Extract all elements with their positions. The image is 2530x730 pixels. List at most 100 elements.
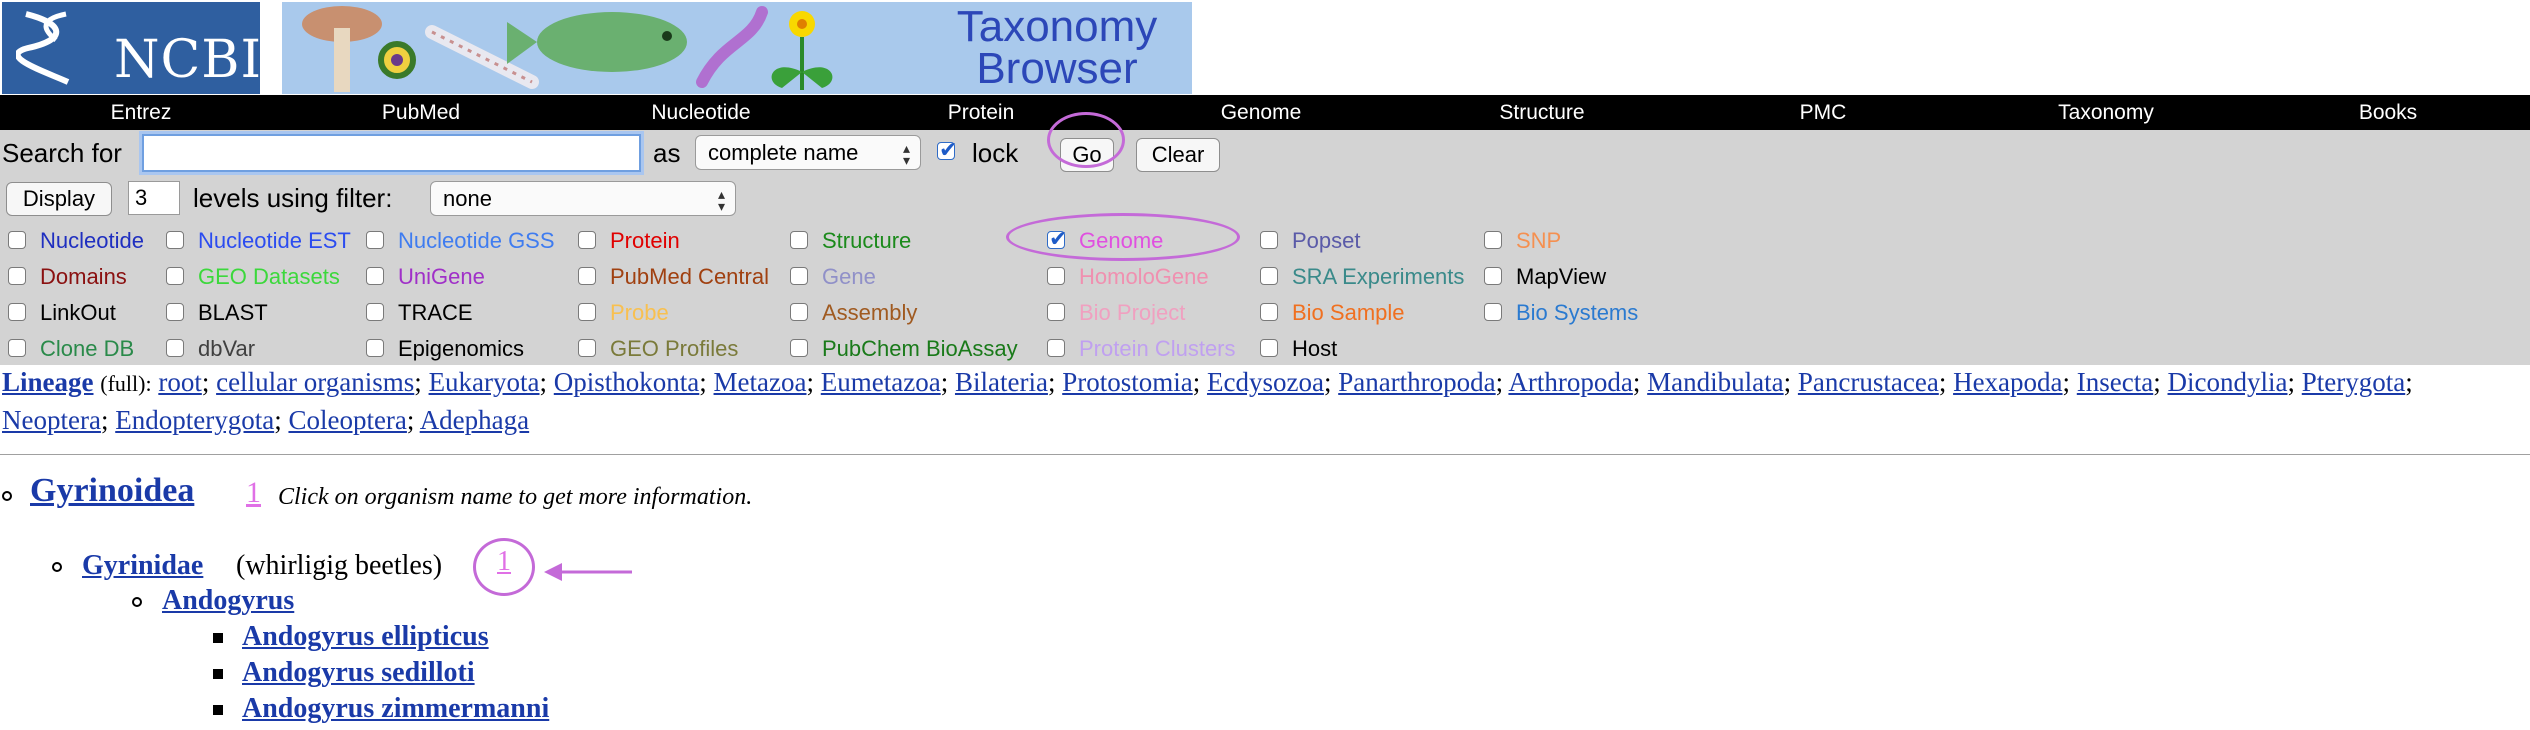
db-checkbox[interactable] — [578, 267, 596, 285]
lineage-taxon-link[interactable]: Ecdysozoa — [1207, 367, 1324, 397]
db-label[interactable]: Epigenomics — [398, 336, 524, 362]
family-count-link[interactable]: 1 — [497, 546, 511, 578]
db-label[interactable]: Domains — [40, 264, 127, 290]
nav-entrez[interactable]: Entrez — [111, 95, 172, 130]
db-label[interactable]: PubMed Central — [610, 264, 769, 290]
lineage-taxon-link[interactable]: Pancrustacea — [1798, 367, 1939, 397]
db-label[interactable]: GEO Datasets — [198, 264, 340, 290]
db-checkbox[interactable] — [1047, 339, 1065, 357]
filter-select[interactable]: none ▴ ▾ — [430, 181, 736, 216]
nav-protein[interactable]: Protein — [948, 95, 1015, 130]
lineage-taxon-link[interactable]: Protostomia — [1062, 367, 1193, 397]
db-label[interactable]: HomoloGene — [1079, 264, 1209, 290]
ncbi-logo[interactable]: NCBI — [2, 2, 261, 94]
lineage-taxon-link[interactable]: Adephaga — [420, 405, 529, 435]
lineage-taxon-link[interactable]: Neoptera — [2, 405, 101, 435]
search-input[interactable] — [142, 134, 641, 172]
db-checkbox[interactable] — [1260, 303, 1278, 321]
lineage-taxon-link[interactable]: Eukaryota — [429, 367, 540, 397]
db-label[interactable]: Gene — [822, 264, 876, 290]
db-checkbox[interactable] — [578, 231, 596, 249]
db-checkbox[interactable] — [1047, 303, 1065, 321]
taxon-andogyrus[interactable]: Andogyrus — [162, 585, 294, 617]
lineage-taxon-link[interactable]: Endopterygota — [115, 405, 274, 435]
lineage-taxon-link[interactable]: Pterygota — [2302, 367, 2405, 397]
nav-taxonomy[interactable]: Taxonomy — [2058, 95, 2154, 130]
levels-input[interactable] — [128, 181, 180, 215]
db-label[interactable]: Protein Clusters — [1079, 336, 1236, 362]
nav-genome[interactable]: Genome — [1221, 95, 1302, 130]
db-label[interactable]: Probe — [610, 300, 669, 326]
db-checkbox[interactable] — [166, 267, 184, 285]
db-label[interactable]: MapView — [1516, 264, 1606, 290]
db-label[interactable]: LinkOut — [40, 300, 116, 326]
db-label[interactable]: TRACE — [398, 300, 473, 326]
db-checkbox[interactable] — [8, 303, 26, 321]
db-label[interactable]: Popset — [1292, 228, 1361, 254]
nav-pubmed[interactable]: PubMed — [382, 95, 460, 130]
db-checkbox[interactable] — [790, 231, 808, 249]
db-checkbox[interactable] — [8, 339, 26, 357]
db-label[interactable]: SNP — [1516, 228, 1561, 254]
db-checkbox[interactable] — [8, 231, 26, 249]
lineage-taxon-link[interactable]: root — [158, 367, 202, 397]
db-checkbox[interactable] — [1484, 303, 1502, 321]
db-label[interactable]: Nucleotide GSS — [398, 228, 555, 254]
db-checkbox[interactable] — [366, 267, 384, 285]
taxon-gyrinoidea[interactable]: Gyrinoidea — [30, 472, 194, 510]
db-checkbox[interactable] — [790, 303, 808, 321]
lineage-taxon-link[interactable]: Dicondylia — [2168, 367, 2288, 397]
lineage-taxon-link[interactable]: Arthropoda — [1508, 367, 1632, 397]
lineage-taxon-link[interactable]: Eumetazoa — [821, 367, 941, 397]
db-label[interactable]: Host — [1292, 336, 1337, 362]
db-label[interactable]: Assembly — [822, 300, 917, 326]
db-checkbox[interactable] — [1260, 231, 1278, 249]
db-label[interactable]: Nucleotide EST — [198, 228, 351, 254]
nav-nucleotide[interactable]: Nucleotide — [651, 95, 750, 130]
lineage-taxon-link[interactable]: Mandibulata — [1647, 367, 1783, 397]
db-label[interactable]: Protein — [610, 228, 680, 254]
taxon-species-1[interactable]: Andogyrus ellipticus — [242, 621, 489, 653]
name-type-select[interactable]: complete name ▴ ▾ — [695, 135, 921, 170]
db-checkbox[interactable] — [8, 267, 26, 285]
lock-checkbox[interactable] — [937, 137, 957, 163]
display-button[interactable]: Display — [6, 182, 112, 216]
db-label[interactable]: PubChem BioAssay — [822, 336, 1018, 362]
lineage-taxon-link[interactable]: Opisthokonta — [554, 367, 700, 397]
db-checkbox[interactable] — [366, 231, 384, 249]
db-checkbox[interactable] — [366, 303, 384, 321]
lineage-link[interactable]: Lineage — [2, 367, 94, 397]
clear-button[interactable]: Clear — [1136, 138, 1220, 172]
db-checkbox[interactable] — [1047, 267, 1065, 285]
lineage-taxon-link[interactable]: Insecta — [2077, 367, 2153, 397]
db-label[interactable]: Bio Systems — [1516, 300, 1638, 326]
db-checkbox[interactable] — [1484, 231, 1502, 249]
db-label[interactable]: Nucleotide — [40, 228, 144, 254]
lineage-taxon-link[interactable]: Coleoptera — [288, 405, 406, 435]
db-checkbox[interactable] — [166, 231, 184, 249]
lineage-taxon-link[interactable]: Hexapoda — [1953, 367, 2062, 397]
db-checkbox[interactable] — [166, 339, 184, 357]
db-checkbox[interactable] — [578, 339, 596, 357]
db-checkbox[interactable] — [790, 267, 808, 285]
db-checkbox[interactable] — [1484, 267, 1502, 285]
db-checkbox[interactable] — [578, 303, 596, 321]
db-label[interactable]: UniGene — [398, 264, 485, 290]
lineage-taxon-link[interactable]: cellular organisms — [216, 367, 414, 397]
taxon-species-2[interactable]: Andogyrus sedilloti — [242, 657, 475, 689]
db-checkbox[interactable] — [1260, 339, 1278, 357]
nav-books[interactable]: Books — [2359, 95, 2417, 130]
db-label[interactable]: Clone DB — [40, 336, 134, 362]
nav-structure[interactable]: Structure — [1499, 95, 1584, 130]
db-label[interactable]: SRA Experiments — [1292, 264, 1464, 290]
db-label[interactable]: BLAST — [198, 300, 268, 326]
lineage-taxon-link[interactable]: Bilateria — [955, 367, 1048, 397]
db-checkbox[interactable] — [366, 339, 384, 357]
lineage-taxon-link[interactable]: Panarthropoda — [1338, 367, 1495, 397]
db-label[interactable]: Bio Sample — [1292, 300, 1405, 326]
db-label[interactable]: dbVar — [198, 336, 255, 362]
db-checkbox[interactable] — [790, 339, 808, 357]
nav-pmc[interactable]: PMC — [1800, 95, 1847, 130]
root-count-link[interactable]: 1 — [246, 476, 261, 510]
db-checkbox[interactable] — [166, 303, 184, 321]
